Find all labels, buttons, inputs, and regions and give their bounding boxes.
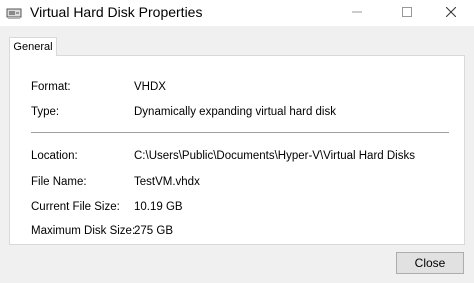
current-size-value: 10.19 GB (134, 201, 183, 213)
max-size-label: Maximum Disk Size: (31, 225, 136, 237)
window-title: Virtual Hard Disk Properties (30, 4, 203, 20)
location-label: Location: (31, 150, 78, 162)
virtual-disk-icon (6, 5, 22, 21)
max-size-value: 275 GB (134, 225, 173, 237)
section-divider (31, 132, 449, 133)
type-label: Type: (31, 106, 60, 118)
format-label: Format: (31, 81, 71, 93)
close-button[interactable]: Close (396, 252, 464, 274)
minimize-button[interactable] (334, 0, 380, 26)
location-value: C:\Users\Public\Documents\Hyper-V\Virtua… (134, 150, 415, 162)
tab-general[interactable]: General (9, 37, 57, 56)
dialog-window: Virtual Hard Disk Properties General For… (0, 0, 474, 283)
title-bar[interactable]: Virtual Hard Disk Properties (0, 0, 474, 26)
format-value: VHDX (134, 81, 166, 93)
type-value: Dynamically expanding virtual hard disk (134, 106, 336, 118)
current-size-label: Current File Size: (31, 201, 120, 213)
close-icon (445, 4, 457, 22)
general-panel: Format: VHDX Type: Dynamically expanding… (9, 55, 465, 245)
filename-value: TestVM.vhdx (134, 176, 200, 188)
maximize-button[interactable] (384, 0, 430, 26)
minimize-icon (352, 4, 362, 22)
maximize-icon (402, 4, 412, 22)
title-close-button[interactable] (428, 0, 474, 26)
filename-label: File Name: (31, 176, 87, 188)
